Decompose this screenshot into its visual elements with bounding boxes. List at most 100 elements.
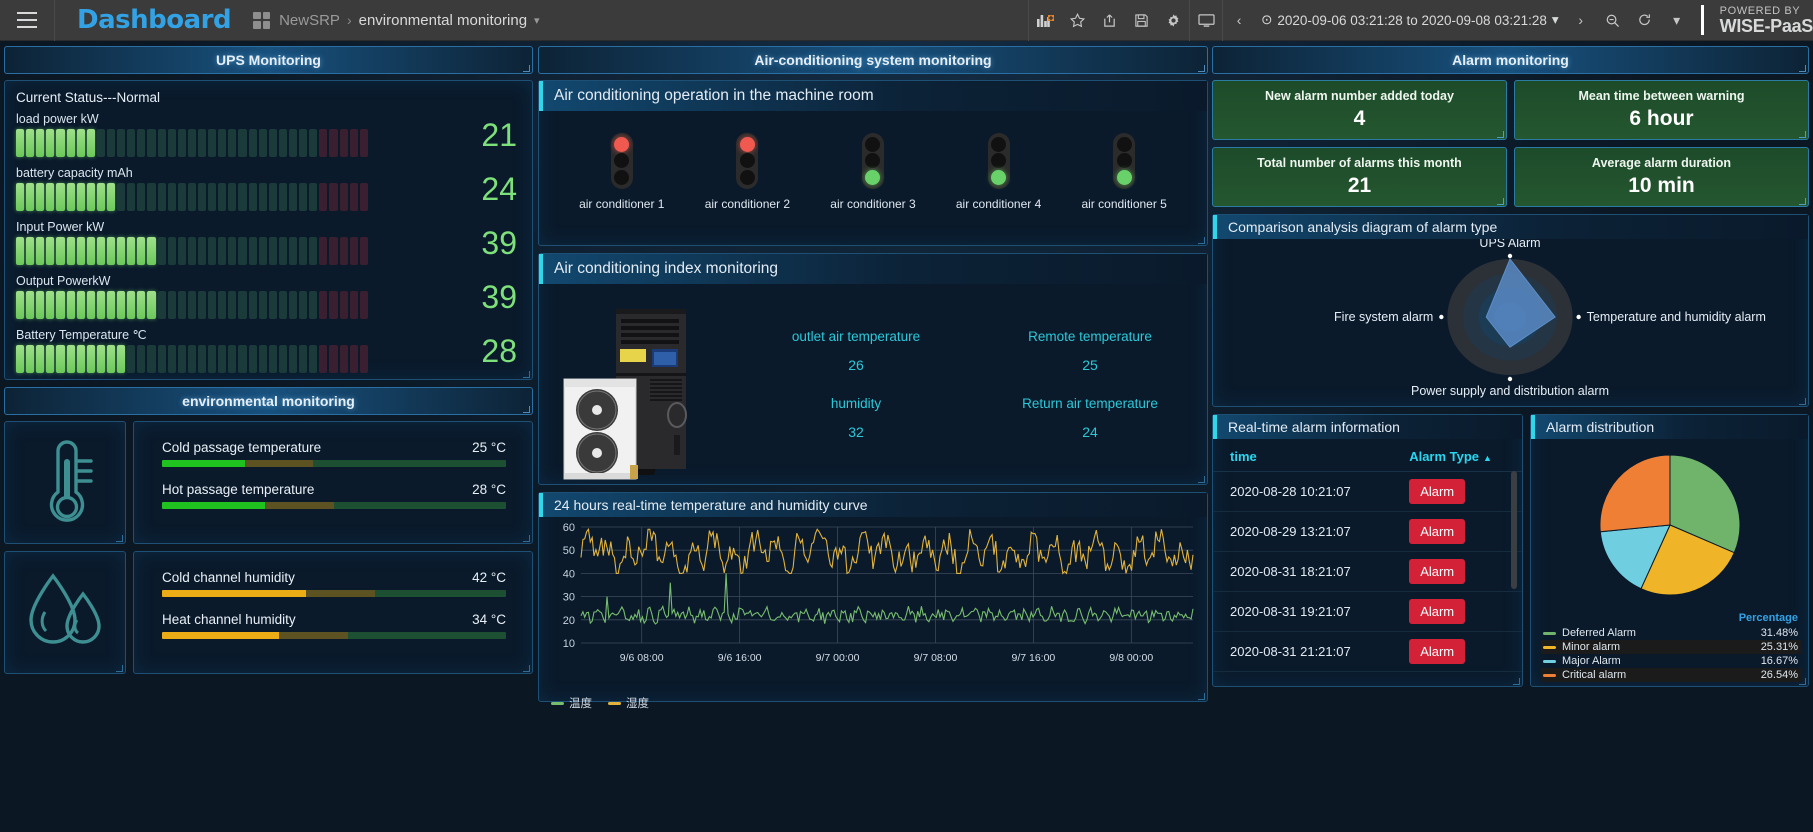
share-icon[interactable] [1093, 0, 1125, 41]
alarm-stat-card: New alarm number added today 4 [1212, 80, 1507, 140]
ups-gauge-segment [299, 345, 308, 373]
save-icon[interactable] [1125, 0, 1157, 41]
chart-legend-item[interactable]: 湿度 [608, 695, 649, 711]
aircon-unit[interactable]: air conditioner 4 [956, 133, 1041, 211]
pie-legend-row[interactable]: Major Alarm 16.67% [1541, 654, 1802, 668]
gear-icon[interactable] [1157, 0, 1189, 41]
alarm-table-scrollbar[interactable] [1511, 471, 1517, 589]
ups-gauge-segment [127, 237, 136, 265]
table-row[interactable]: 2020-08-31 19:21:07 Alarm [1213, 591, 1522, 632]
thermometer-icon [4, 421, 126, 544]
chart-plot-area[interactable]: 10 20 30 40 50 60 9/6 08:00 9/6 16:00 9/7 00:00 9… [539, 517, 1207, 697]
column-header-alarm-type[interactable]: Alarm Type ▲ [1392, 443, 1522, 472]
alarm-stat-cards: New alarm number added today 4 Mean time b… [1212, 80, 1809, 207]
traffic-lamp-green [1116, 170, 1132, 186]
ups-gauge-segment [106, 237, 116, 265]
ups-gauge-segment [228, 291, 237, 319]
alarm-type-cell: Alarm [1392, 631, 1522, 672]
pie-legend-row[interactable]: Deferred Alarm 31.48% [1541, 626, 1802, 640]
ups-gauge-segment [268, 345, 277, 373]
svg-text:9/8 00:00: 9/8 00:00 [1109, 652, 1153, 664]
table-row[interactable]: 2020-08-31 21:21:07 Alarm [1213, 631, 1522, 672]
environmental-reading-row: Heat channel humidity 34 °C [162, 612, 506, 627]
traffic-lamp-red [614, 136, 630, 152]
add-panel-icon[interactable] [1029, 0, 1061, 41]
pie-legend-label: Minor alarm [1562, 641, 1621, 653]
traffic-lamp-green [614, 170, 630, 186]
ups-gauge-segment [218, 237, 227, 265]
alarm-time-cell: 2020-08-29 13:21:07 [1213, 511, 1393, 552]
alarm-type-cell: Alarm [1392, 551, 1522, 592]
ups-gauge-segment [76, 291, 85, 319]
star-icon[interactable] [1061, 0, 1093, 41]
aircon-unit[interactable]: air conditioner 5 [1081, 133, 1167, 211]
chevron-down-icon[interactable]: ▾ [534, 14, 540, 27]
ups-gauge-segment [66, 345, 75, 373]
alarm-type-radar-panel: Comparison analysis diagram of alarm typ… [1212, 214, 1809, 407]
ups-gauge-segment [56, 345, 65, 373]
alarm-table-scroll-area[interactable]: time Alarm Type ▲ 2020-08-28 10:21:07 Alar… [1213, 439, 1522, 678]
ups-gauge-list: load power kW 21 battery capacity mAh 24 Inp… [16, 111, 521, 380]
table-row[interactable]: 2020-08-29 13:21:07 Alarm [1213, 511, 1522, 552]
table-row[interactable]: 2020-08-28 10:21:07 Alarm [1213, 471, 1522, 512]
ups-gauge-segment [106, 345, 116, 373]
menu-icon[interactable] [0, 0, 55, 41]
traffic-lamp-amber [1116, 153, 1132, 169]
zoom-out-icon[interactable] [1597, 0, 1629, 41]
alarm-bottom-row: Real-time alarm information time Alarm T… [1212, 414, 1809, 687]
aircon-unit[interactable]: air conditioner 1 [579, 133, 664, 211]
alarm-distribution-panel: Alarm distribution Percentage Deferred A… [1530, 414, 1809, 687]
pie-legend-header: Percentage [1738, 612, 1798, 624]
refresh-icon[interactable] [1629, 0, 1661, 41]
section-title-alarm: Alarm monitoring [1212, 46, 1809, 74]
ups-gauge-segment [248, 237, 257, 265]
pie-legend-row[interactable]: Critical alarm 26.54% [1541, 668, 1802, 682]
apps-grid-icon[interactable] [253, 11, 271, 29]
status-badge: Alarm [1409, 479, 1466, 504]
legend-label: 湿度 [626, 698, 649, 710]
column-header-time[interactable]: time [1213, 443, 1393, 472]
ups-gauge-segment [288, 237, 298, 265]
ups-gauge-segment [86, 291, 95, 319]
svg-text:50: 50 [563, 545, 575, 557]
pie-legend-row[interactable]: Minor alarm 25.31% [1541, 640, 1802, 654]
time-prev-button[interactable]: ‹ [1223, 0, 1255, 41]
ups-gauge-bar [16, 343, 368, 373]
ups-gauge-segment [339, 183, 348, 211]
time-next-button[interactable]: › [1565, 0, 1597, 41]
time-range-picker[interactable]: ⊙ 2020-09-06 03:21:28 to 2020-09-08 03:2… [1255, 0, 1565, 41]
ups-monitoring-panel: Current Status---Normal load power kW 21 b… [4, 80, 533, 380]
svg-text:9/7 16:00: 9/7 16:00 [1011, 652, 1055, 664]
nav-time-group: ‹ ⊙ 2020-09-06 03:21:28 to 2020-09-08 03… [1222, 0, 1693, 41]
breadcrumb-root[interactable]: NewSRP [279, 12, 340, 29]
tv-icon[interactable] [1190, 0, 1222, 41]
breadcrumb-current[interactable]: environmental monitoring [359, 12, 527, 29]
chart-legend-item[interactable]: 温度 [551, 695, 592, 711]
aircon-unit-label: air conditioner 4 [955, 197, 1042, 211]
pie-plot-area[interactable]: Percentage Deferred Alarm 31.48% Minor ala… [1531, 439, 1808, 686]
traffic-lamp-amber [991, 153, 1007, 169]
ups-gauge-segment [117, 129, 126, 157]
table-row[interactable]: 2020-08-31 18:21:07 Alarm [1213, 551, 1522, 592]
aircon-unit[interactable]: air conditioner 3 [830, 133, 916, 211]
svg-text:40: 40 [563, 568, 575, 580]
alarm-stat-label: Mean time between warning [1578, 89, 1745, 103]
aircon-unit[interactable]: air conditioner 2 [705, 133, 790, 211]
svg-text:60: 60 [563, 522, 575, 534]
environmental-reading-value: 34 °C [472, 612, 506, 627]
radar-plot-area[interactable]: UPS Alarm Temperature and humidity alarm P… [1213, 236, 1808, 406]
ups-gauge-segment [258, 291, 267, 319]
refresh-interval-caret-icon[interactable]: ▾ [1661, 0, 1693, 41]
environmental-reading-value: 28 °C [472, 482, 506, 497]
environmental-reading-value: 42 °C [472, 570, 506, 585]
ups-gauge-segment [288, 291, 298, 319]
alarm-table-head: time Alarm Type ▲ [1213, 443, 1522, 472]
ups-gauge-segment [137, 237, 146, 265]
aircon-metric-grid: outlet air temperature Remote temperature… [739, 290, 1207, 488]
column-header-alarm-type-label: Alarm Type [1409, 449, 1480, 464]
nav-action-group [1028, 0, 1189, 41]
ups-gauge-segment [76, 345, 85, 373]
ups-gauge-segment [177, 345, 186, 373]
ups-gauge-segment [228, 129, 237, 157]
alarm-stat-card: Mean time between warning 6 hour [1514, 80, 1809, 140]
